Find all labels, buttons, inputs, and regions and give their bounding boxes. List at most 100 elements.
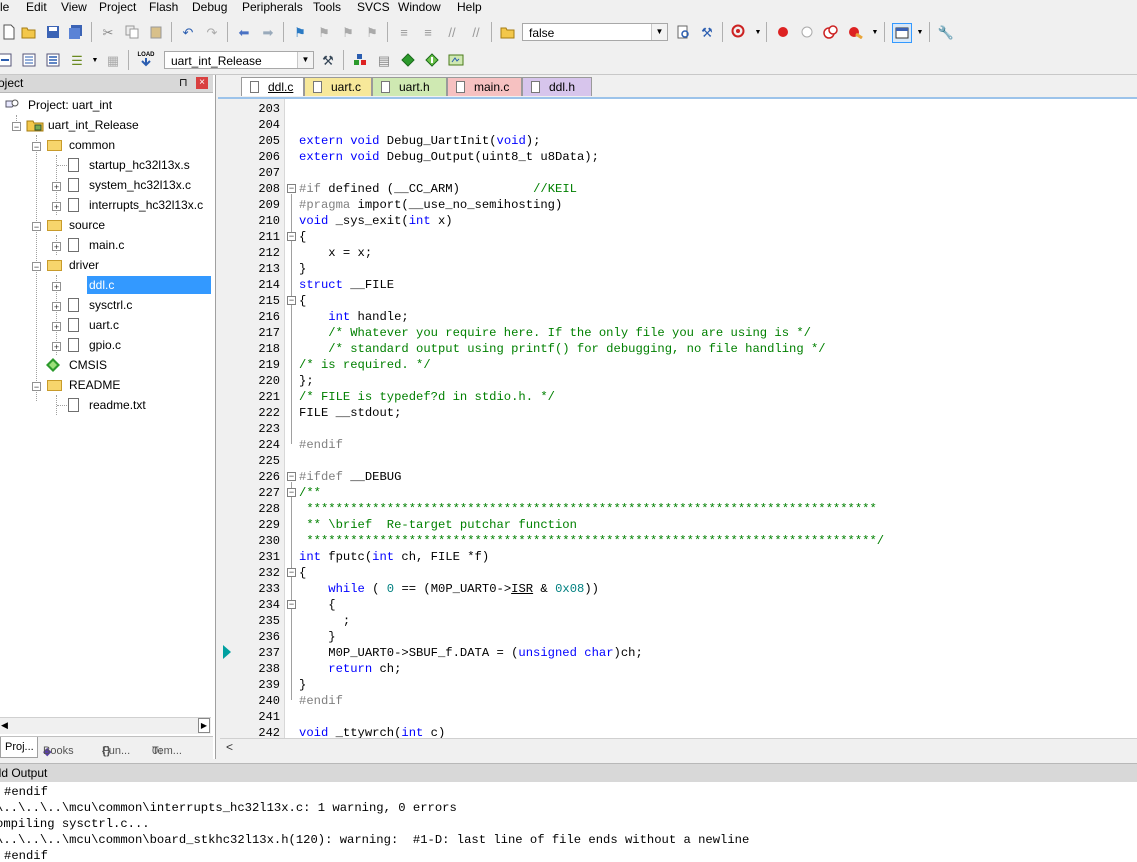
next-bookmark-icon[interactable]: ⚑	[339, 23, 357, 41]
breakpoint-icon[interactable]	[774, 23, 792, 41]
scroll-left-icon[interactable]: <	[226, 740, 233, 754]
fold-toggle[interactable]: −	[287, 232, 296, 241]
collapse-toggle[interactable]: −	[32, 382, 41, 392]
uncomment-icon[interactable]: //	[467, 23, 485, 41]
tab-ddl-c[interactable]: ddl.c	[241, 77, 304, 96]
chevron-down-icon[interactable]: ▼	[86, 51, 104, 69]
expand-toggle[interactable]: +	[52, 302, 61, 312]
menu-flash[interactable]: Flash	[149, 0, 178, 14]
unindent-icon[interactable]: ≡	[419, 23, 437, 41]
pin-icon[interactable]: ⊓	[179, 76, 188, 89]
tree-item-group-readme[interactable]: README	[67, 376, 122, 394]
expand-toggle[interactable]: +	[52, 242, 61, 252]
debug-session-icon[interactable]	[730, 23, 748, 41]
tree-item-file[interactable]: gpio.c	[87, 336, 123, 354]
build-icon[interactable]	[20, 51, 38, 69]
expand-toggle[interactable]: +	[52, 322, 61, 332]
expand-toggle[interactable]: +	[52, 202, 61, 212]
tab-project[interactable]: Proj...	[0, 737, 38, 758]
configuration-wrench-icon[interactable]: 🔧	[937, 23, 955, 41]
tree-item-group-cmsis[interactable]: CMSIS	[67, 356, 109, 374]
disable-breakpoint-icon[interactable]	[798, 23, 816, 41]
stop-build-icon[interactable]: ▦	[104, 51, 122, 69]
menu-peripherals[interactable]: Peripherals	[242, 0, 303, 14]
menu-window[interactable]: Window	[398, 0, 441, 14]
navigate-back-icon[interactable]: ⬅	[235, 23, 253, 41]
tree-item-file-selected[interactable]: ddl.c	[87, 276, 211, 294]
navigate-forward-icon[interactable]: ➡	[259, 23, 277, 41]
load-download-icon[interactable]: LOAD	[136, 49, 156, 71]
expand-toggle[interactable]: +	[52, 282, 61, 292]
copy-icon[interactable]	[123, 23, 141, 41]
open-folder-icon[interactable]	[20, 23, 38, 41]
scroll-right-icon[interactable]: ▶	[198, 718, 210, 733]
menu-tools[interactable]: Tools	[313, 0, 341, 14]
fold-toggle[interactable]: −	[287, 568, 296, 577]
manage-rte-icon[interactable]	[399, 51, 417, 69]
save-all-icon[interactable]	[67, 23, 85, 41]
find-icon[interactable]	[674, 23, 692, 41]
chevron-down-icon[interactable]: ▼	[911, 23, 929, 41]
menu-svcs[interactable]: SVCS	[357, 0, 390, 14]
code-editor[interactable]: 203 204 205 206 207 208 209 210 211 212 213 214 215 2…	[220, 99, 1137, 738]
fold-toggle[interactable]: −	[287, 472, 296, 481]
expand-toggle[interactable]: +	[52, 182, 61, 192]
find-combo[interactable]: false ▼	[522, 23, 668, 41]
cut-icon[interactable]: ✂	[99, 23, 117, 41]
comment-icon[interactable]: //	[443, 23, 461, 41]
kill-breakpoints-icon[interactable]	[846, 23, 864, 41]
expand-toggle[interactable]: +	[52, 342, 61, 352]
chevron-down-icon[interactable]: ▼	[866, 23, 884, 41]
tree-item-file[interactable]: startup_hc32l13x.s	[87, 156, 192, 174]
project-horizontal-scrollbar[interactable]: ◀ ▶	[0, 717, 211, 734]
board-support-icon[interactable]	[447, 51, 465, 69]
menu-help[interactable]: Help	[457, 0, 482, 14]
redo-icon[interactable]: ↷	[203, 23, 221, 41]
manage-project-items-icon[interactable]	[351, 51, 369, 69]
tree-item-file[interactable]: main.c	[87, 236, 126, 254]
bookmark-icon[interactable]: ⚑	[291, 23, 309, 41]
tree-item-group-source[interactable]: source	[67, 216, 107, 234]
incremental-find-icon[interactable]: ⚒	[698, 23, 716, 41]
collapse-toggle[interactable]: −	[32, 262, 41, 272]
tree-item-file[interactable]: uart.c	[87, 316, 121, 334]
save-icon[interactable]	[44, 23, 62, 41]
tree-item-target[interactable]: uart_int_Release	[26, 116, 141, 134]
collapse-toggle[interactable]: −	[32, 142, 41, 152]
fold-toggle[interactable]: −	[287, 184, 296, 193]
build-output-panel[interactable]: #endif \..\..\..\mcu\common\interrupts_h…	[0, 782, 1137, 862]
chevron-down-icon[interactable]: ▼	[749, 23, 767, 41]
menu-view[interactable]: View	[61, 0, 87, 14]
close-icon[interactable]: ×	[196, 77, 208, 89]
tree-item-file[interactable]: sysctrl.c	[87, 296, 134, 314]
scroll-left-icon[interactable]: ◀	[1, 720, 8, 731]
window-layout-icon[interactable]	[892, 23, 912, 43]
tab-uart-h[interactable]: uart.h	[372, 77, 447, 96]
clear-bookmarks-icon[interactable]: ⚑	[363, 23, 381, 41]
menu-edit[interactable]: Edit	[26, 0, 47, 14]
tab-ddl-h[interactable]: ddl.h	[522, 77, 592, 96]
collapse-toggle[interactable]: −	[12, 122, 21, 132]
rebuild-icon[interactable]	[44, 51, 62, 69]
menu-project[interactable]: Project	[99, 0, 136, 14]
find-in-files-icon[interactable]	[499, 23, 517, 41]
batch-build-icon[interactable]: ☰	[68, 51, 86, 69]
translate-icon[interactable]	[0, 51, 14, 69]
tree-item-file[interactable]: system_hc32l13x.c	[87, 176, 193, 194]
target-select[interactable]: uart_int_Release ▼	[164, 51, 314, 69]
pack-installer-icon[interactable]	[423, 51, 441, 69]
disable-all-breakpoints-icon[interactable]	[822, 23, 840, 41]
tab-uart-c[interactable]: uart.c	[304, 77, 372, 96]
indent-icon[interactable]: ≡	[395, 23, 413, 41]
tree-item-file[interactable]: interrupts_hc32l13x.c	[87, 196, 205, 214]
chevron-down-icon[interactable]: ▼	[297, 52, 313, 68]
target-options-icon[interactable]: ⚒	[319, 51, 337, 69]
editor-horizontal-scrollbar[interactable]: <	[220, 738, 1137, 756]
chevron-down-icon[interactable]: ▼	[651, 24, 667, 40]
prev-bookmark-icon[interactable]: ⚑	[315, 23, 333, 41]
tree-item-project-root[interactable]: Project: uart_int	[5, 96, 114, 114]
select-packs-icon[interactable]: ▤	[375, 51, 393, 69]
undo-icon[interactable]: ↶	[179, 23, 197, 41]
menu-file[interactable]: le	[0, 0, 9, 14]
tree-item-group-common[interactable]: common	[67, 136, 117, 154]
